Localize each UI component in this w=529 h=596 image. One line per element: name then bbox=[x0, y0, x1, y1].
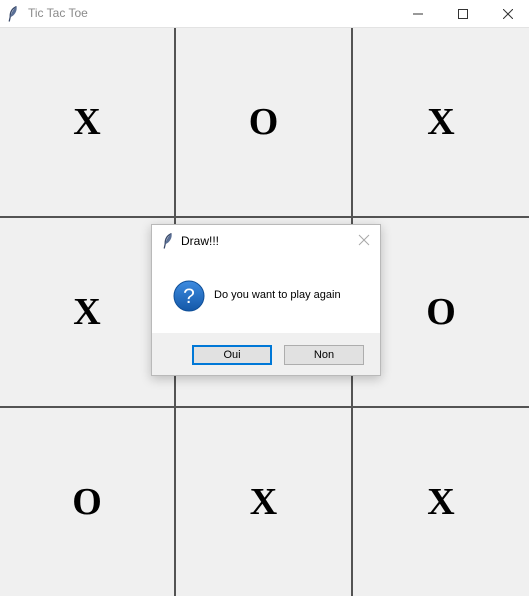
no-button[interactable]: Non bbox=[284, 345, 364, 365]
window-title: Tic Tac Toe bbox=[28, 6, 88, 20]
feather-icon bbox=[8, 5, 18, 27]
dialog-title: Draw!!! bbox=[181, 234, 220, 248]
close-icon bbox=[503, 9, 513, 19]
board-cell[interactable]: X bbox=[353, 408, 529, 596]
board-cell[interactable]: O bbox=[0, 408, 176, 596]
question-icon: ? bbox=[173, 280, 205, 317]
feather-icon bbox=[163, 232, 173, 254]
draw-dialog: Draw!!! ? Do you want to play again Oui … bbox=[151, 224, 381, 376]
minimize-icon bbox=[413, 13, 423, 15]
dialog-body: ? Do you want to play again bbox=[152, 255, 380, 333]
svg-text:?: ? bbox=[183, 285, 195, 308]
board-cell[interactable]: O bbox=[176, 28, 353, 218]
dialog-button-bar: Oui Non bbox=[152, 333, 380, 375]
board-cell[interactable]: X bbox=[0, 218, 176, 408]
board-cell[interactable]: X bbox=[353, 28, 529, 218]
window-titlebar[interactable]: Tic Tac Toe bbox=[0, 0, 529, 28]
dialog-message: Do you want to play again bbox=[214, 289, 341, 301]
minimize-button[interactable] bbox=[395, 0, 441, 28]
yes-button[interactable]: Oui bbox=[192, 345, 272, 365]
close-icon bbox=[358, 234, 370, 246]
board-cell[interactable]: X bbox=[0, 28, 176, 218]
maximize-button[interactable] bbox=[440, 0, 486, 28]
dialog-close-button[interactable] bbox=[358, 233, 370, 251]
close-button[interactable] bbox=[485, 0, 529, 28]
dialog-titlebar[interactable]: Draw!!! bbox=[152, 225, 380, 255]
maximize-icon bbox=[458, 9, 468, 19]
board-cell[interactable]: X bbox=[176, 408, 353, 596]
